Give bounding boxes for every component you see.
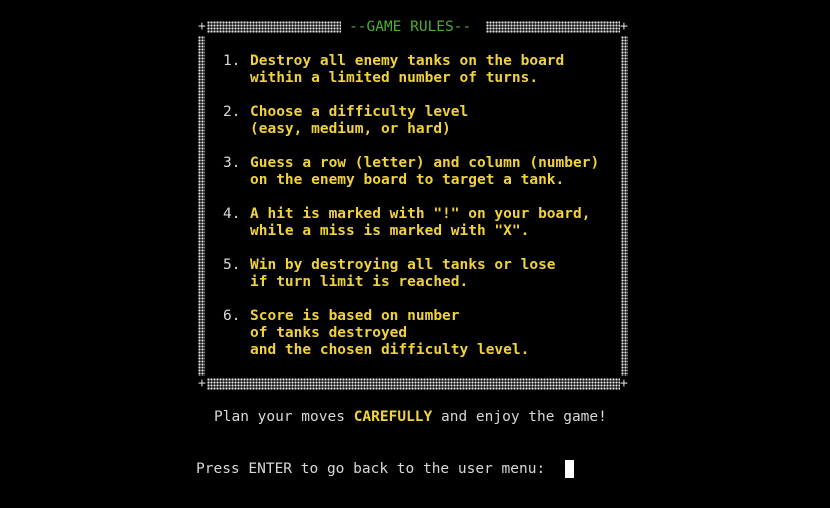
rule-text-line: Score is based on number — [250, 308, 460, 324]
terminal-cursor[interactable] — [565, 460, 574, 478]
border-top-right-hatch — [486, 21, 620, 33]
rule-text-line: Guess a row (letter) and column (number) — [250, 155, 600, 171]
rule-number: 3. — [223, 155, 241, 171]
border-corner-bottom-right: + — [620, 376, 628, 391]
rule-number: 6. — [223, 308, 241, 324]
footer-text-after: and enjoy the game! — [432, 409, 607, 425]
rule-text-line: of tanks destroyed — [250, 325, 408, 341]
rule-text-line: Choose a difficulty level — [250, 104, 469, 120]
terminal-window: + --GAME RULES-- + + + 1. Destroy all en… — [0, 0, 830, 508]
rules-title: --GAME RULES-- — [349, 19, 472, 35]
rule-text-line: Win by destroying all tanks or lose — [250, 257, 556, 273]
rule-text-line: A hit is marked with "!" on your board, — [250, 206, 591, 222]
rule-number: 2. — [223, 104, 241, 120]
rule-text-line: (easy, medium, or hard) — [250, 121, 451, 137]
rule-text-line: within a limited number of turns. — [250, 70, 539, 86]
rule-text-line: if turn limit is reached. — [250, 274, 469, 290]
rule-text-line: and the chosen difficulty level. — [250, 342, 530, 358]
border-bottom-hatch — [207, 378, 620, 390]
border-top-left-hatch — [207, 21, 341, 33]
rule-number: 1. — [223, 53, 241, 69]
border-corner-bottom-left: + — [198, 376, 206, 391]
border-left-hatch — [198, 36, 205, 376]
border-corner-top-left: + — [198, 19, 206, 34]
footer-emphasis: CAREFULLY — [353, 409, 433, 425]
rule-number: 4. — [223, 206, 241, 222]
footer-message: Plan your moves CAREFULLY and enjoy the … — [214, 409, 607, 426]
border-right-hatch — [621, 36, 628, 376]
enter-prompt: Press ENTER to go back to the user menu: — [196, 461, 554, 477]
footer-text-before: Plan your moves — [214, 409, 354, 425]
rule-text-line: on the enemy board to target a tank. — [250, 172, 565, 188]
border-corner-top-right: + — [620, 19, 628, 34]
rule-number: 5. — [223, 257, 241, 273]
rule-text-line: while a miss is marked with "X". — [250, 223, 530, 239]
rule-text-line: Destroy all enemy tanks on the board — [250, 53, 565, 69]
